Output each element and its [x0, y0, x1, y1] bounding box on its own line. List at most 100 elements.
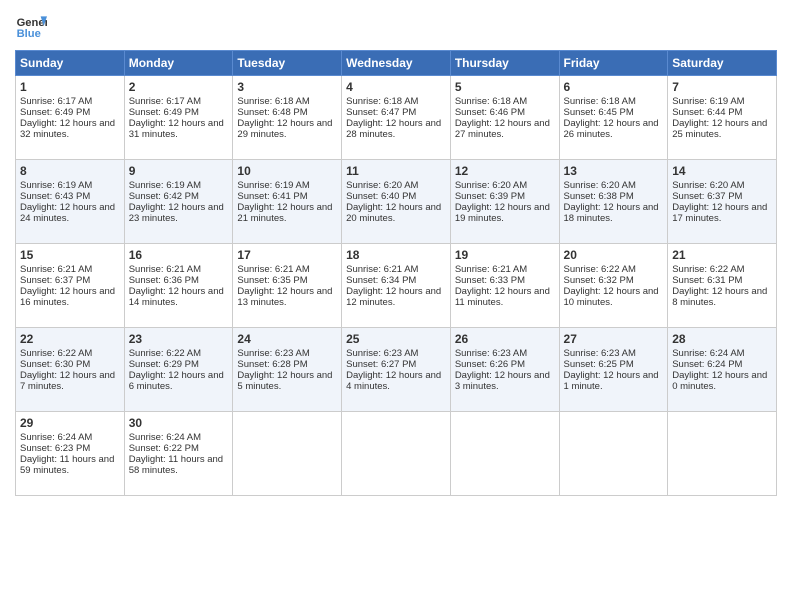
sunset-label: Sunset: 6:33 PM — [455, 275, 525, 286]
sunset-label: Sunset: 6:40 PM — [346, 191, 416, 202]
day-number: 12 — [455, 164, 555, 178]
daylight-label: Daylight: 12 hours and 16 minutes. — [20, 286, 115, 308]
calendar-cell: 14Sunrise: 6:20 AMSunset: 6:37 PMDayligh… — [668, 160, 777, 244]
logo: General Blue — [15, 10, 47, 42]
day-number: 17 — [237, 248, 337, 262]
sunrise-label: Sunrise: 6:22 AM — [564, 264, 636, 275]
sunset-label: Sunset: 6:34 PM — [346, 275, 416, 286]
sunset-label: Sunset: 6:46 PM — [455, 107, 525, 118]
day-number: 21 — [672, 248, 772, 262]
sunset-label: Sunset: 6:24 PM — [672, 359, 742, 370]
sunset-label: Sunset: 6:37 PM — [20, 275, 90, 286]
sunrise-label: Sunrise: 6:24 AM — [20, 432, 92, 443]
sunrise-label: Sunrise: 6:19 AM — [237, 180, 309, 191]
calendar-cell: 25Sunrise: 6:23 AMSunset: 6:27 PMDayligh… — [342, 328, 451, 412]
day-number: 16 — [129, 248, 229, 262]
sunset-label: Sunset: 6:38 PM — [564, 191, 634, 202]
calendar-cell: 23Sunrise: 6:22 AMSunset: 6:29 PMDayligh… — [124, 328, 233, 412]
sunset-label: Sunset: 6:35 PM — [237, 275, 307, 286]
week-row-1: 1Sunrise: 6:17 AMSunset: 6:49 PMDaylight… — [16, 76, 777, 160]
sunset-label: Sunset: 6:37 PM — [672, 191, 742, 202]
sunset-label: Sunset: 6:49 PM — [129, 107, 199, 118]
sunrise-label: Sunrise: 6:18 AM — [346, 96, 418, 107]
logo-icon: General Blue — [15, 10, 47, 42]
sunrise-label: Sunrise: 6:18 AM — [455, 96, 527, 107]
weekday-thursday: Thursday — [450, 51, 559, 76]
day-number: 18 — [346, 248, 446, 262]
calendar-cell: 19Sunrise: 6:21 AMSunset: 6:33 PMDayligh… — [450, 244, 559, 328]
sunrise-label: Sunrise: 6:17 AM — [129, 96, 201, 107]
calendar-cell: 15Sunrise: 6:21 AMSunset: 6:37 PMDayligh… — [16, 244, 125, 328]
sunset-label: Sunset: 6:29 PM — [129, 359, 199, 370]
sunrise-label: Sunrise: 6:21 AM — [346, 264, 418, 275]
svg-text:Blue: Blue — [17, 28, 41, 40]
day-number: 14 — [672, 164, 772, 178]
daylight-label: Daylight: 12 hours and 31 minutes. — [129, 118, 224, 140]
sunrise-label: Sunrise: 6:24 AM — [129, 432, 201, 443]
daylight-label: Daylight: 12 hours and 28 minutes. — [346, 118, 441, 140]
daylight-label: Daylight: 12 hours and 4 minutes. — [346, 370, 441, 392]
daylight-label: Daylight: 12 hours and 20 minutes. — [346, 202, 441, 224]
calendar-cell: 28Sunrise: 6:24 AMSunset: 6:24 PMDayligh… — [668, 328, 777, 412]
sunset-label: Sunset: 6:25 PM — [564, 359, 634, 370]
daylight-label: Daylight: 12 hours and 1 minute. — [564, 370, 659, 392]
day-number: 27 — [564, 332, 664, 346]
calendar-cell — [342, 412, 451, 496]
day-number: 25 — [346, 332, 446, 346]
day-number: 24 — [237, 332, 337, 346]
daylight-label: Daylight: 12 hours and 26 minutes. — [564, 118, 659, 140]
daylight-label: Daylight: 12 hours and 5 minutes. — [237, 370, 332, 392]
weekday-monday: Monday — [124, 51, 233, 76]
daylight-label: Daylight: 12 hours and 23 minutes. — [129, 202, 224, 224]
calendar-cell: 20Sunrise: 6:22 AMSunset: 6:32 PMDayligh… — [559, 244, 668, 328]
weekday-friday: Friday — [559, 51, 668, 76]
sunset-label: Sunset: 6:31 PM — [672, 275, 742, 286]
sunset-label: Sunset: 6:26 PM — [455, 359, 525, 370]
calendar-cell: 24Sunrise: 6:23 AMSunset: 6:28 PMDayligh… — [233, 328, 342, 412]
day-number: 7 — [672, 80, 772, 94]
sunset-label: Sunset: 6:23 PM — [20, 443, 90, 454]
day-number: 3 — [237, 80, 337, 94]
sunrise-label: Sunrise: 6:19 AM — [20, 180, 92, 191]
calendar-cell: 17Sunrise: 6:21 AMSunset: 6:35 PMDayligh… — [233, 244, 342, 328]
calendar-cell — [668, 412, 777, 496]
sunset-label: Sunset: 6:42 PM — [129, 191, 199, 202]
weekday-sunday: Sunday — [16, 51, 125, 76]
calendar-cell: 27 Sunrise: 6:23 AMSunset: 6:25 PMDayligh… — [559, 328, 668, 412]
daylight-label: Daylight: 12 hours and 32 minutes. — [20, 118, 115, 140]
day-number: 5 — [455, 80, 555, 94]
daylight-label: Daylight: 12 hours and 21 minutes. — [237, 202, 332, 224]
daylight-label: Daylight: 12 hours and 7 minutes. — [20, 370, 115, 392]
calendar-cell: 7Sunrise: 6:19 AMSunset: 6:44 PMDaylight… — [668, 76, 777, 160]
sunset-label: Sunset: 6:48 PM — [237, 107, 307, 118]
sunset-label: Sunset: 6:41 PM — [237, 191, 307, 202]
header: General Blue — [15, 10, 777, 42]
daylight-label: Daylight: 12 hours and 13 minutes. — [237, 286, 332, 308]
week-row-3: 15Sunrise: 6:21 AMSunset: 6:37 PMDayligh… — [16, 244, 777, 328]
sunrise-label: Sunrise: 6:22 AM — [129, 348, 201, 359]
day-number: 8 — [20, 164, 120, 178]
daylight-label: Daylight: 12 hours and 24 minutes. — [20, 202, 115, 224]
day-number: 30 — [129, 416, 229, 430]
day-number: 15 — [20, 248, 120, 262]
sunrise-label: Sunrise: 6:21 AM — [129, 264, 201, 275]
sunset-label: Sunset: 6:28 PM — [237, 359, 307, 370]
daylight-label: Daylight: 12 hours and 12 minutes. — [346, 286, 441, 308]
daylight-label: Daylight: 12 hours and 14 minutes. — [129, 286, 224, 308]
sunrise-label: Sunrise: 6:20 AM — [564, 180, 636, 191]
daylight-label: Daylight: 12 hours and 11 minutes. — [455, 286, 550, 308]
sunrise-label: Sunrise: 6:23 AM — [564, 348, 636, 359]
calendar-cell: 18 Sunrise: 6:21 AMSunset: 6:34 PMDayligh… — [342, 244, 451, 328]
day-number: 29 — [20, 416, 120, 430]
sunrise-label: Sunrise: 6:22 AM — [20, 348, 92, 359]
sunrise-label: Sunrise: 6:17 AM — [20, 96, 92, 107]
sunrise-label: Sunrise: 6:21 AM — [455, 264, 527, 275]
daylight-label: Daylight: 12 hours and 6 minutes. — [129, 370, 224, 392]
day-number: 4 — [346, 80, 446, 94]
day-number: 11 — [346, 164, 446, 178]
day-number: 10 — [237, 164, 337, 178]
day-number: 13 — [564, 164, 664, 178]
calendar-cell: 13Sunrise: 6:20 AMSunset: 6:38 PMDayligh… — [559, 160, 668, 244]
calendar-cell: 21Sunrise: 6:22 AMSunset: 6:31 PMDayligh… — [668, 244, 777, 328]
calendar-cell: 12Sunrise: 6:20 AMSunset: 6:39 PMDayligh… — [450, 160, 559, 244]
